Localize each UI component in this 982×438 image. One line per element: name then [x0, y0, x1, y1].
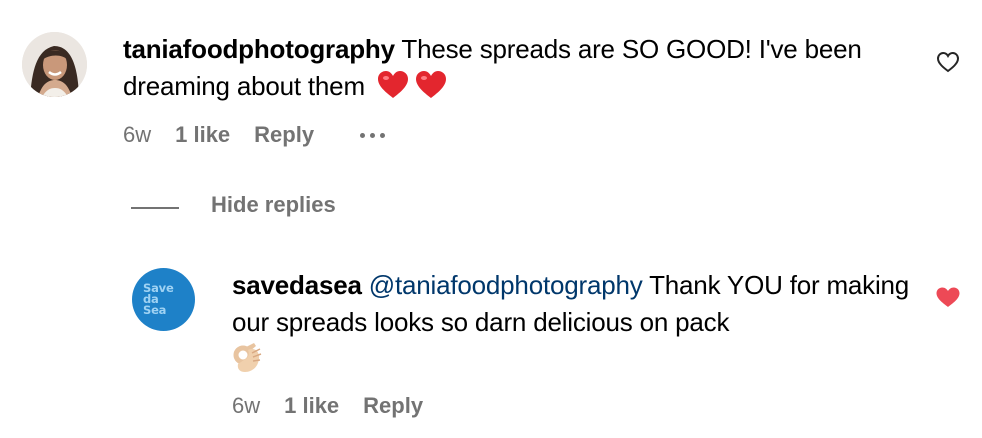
comment-like-count[interactable]: 1 like [175, 122, 230, 148]
replies-divider-line [131, 207, 179, 209]
reply-body: savedasea @taniafoodphotography Thank YO… [232, 267, 922, 379]
commenter-photo [22, 32, 87, 97]
more-dot [360, 132, 366, 138]
heart-emoji-icon [377, 71, 408, 98]
reply-username[interactable]: savedasea [232, 270, 362, 300]
logo-line: Sea [143, 303, 167, 317]
reply-meta: 6w 1 like Reply [232, 393, 469, 419]
like-heart-filled-icon[interactable] [935, 286, 961, 308]
comment-timestamp[interactable]: 6w [123, 122, 151, 148]
like-heart-outline-icon[interactable] [936, 51, 960, 73]
hide-replies-button[interactable]: Hide replies [211, 192, 336, 218]
ok-hand-emoji-icon [233, 343, 262, 372]
reply-avatar[interactable]: Save da Sea [132, 268, 195, 331]
reply-reply-button[interactable]: Reply [363, 393, 423, 419]
comment-meta: 6w 1 like Reply [123, 122, 386, 148]
comment-body: taniafoodphotography These spreads are S… [123, 31, 913, 105]
comment-username[interactable]: taniafoodphotography [123, 34, 395, 64]
reply-mention-link[interactable]: @taniafoodphotography [369, 270, 643, 300]
comment-reply-button[interactable]: Reply [254, 122, 314, 148]
more-dot [380, 132, 386, 138]
reply-timestamp[interactable]: 6w [232, 393, 260, 419]
brand-logo: Save da Sea [143, 282, 174, 317]
more-dot [370, 132, 376, 138]
heart-emoji-icon [415, 71, 446, 98]
more-options-icon[interactable] [360, 132, 386, 138]
commenter-avatar[interactable] [22, 32, 87, 97]
reply-like-count[interactable]: 1 like [284, 393, 339, 419]
